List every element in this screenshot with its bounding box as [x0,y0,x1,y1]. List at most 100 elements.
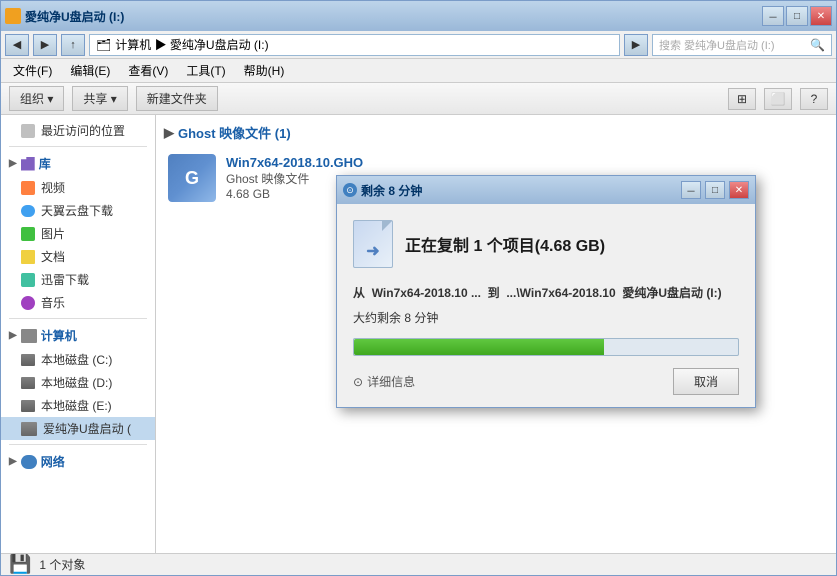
folder-icon-address: 🗂 [96,38,111,52]
network-icon [21,455,37,469]
dialog-main-text: ➜ 正在复制 1 个项目(4.68 GB) [353,220,739,268]
title-bar: 愛纯净U盘启动 (I:) － □ ✕ [1,1,836,31]
up-button[interactable]: ↑ [61,34,85,56]
sidebar-item-drive-d[interactable]: 本地磁盘 (D:) [1,371,155,394]
menu-help[interactable]: 帮助(H) [236,60,293,81]
sidebar-item-drive-c[interactable]: 本地磁盘 (C:) [1,348,155,371]
organize-button[interactable]: 组织 ▾ [9,86,64,111]
dialog-close-button[interactable]: ✕ [729,181,749,199]
library-section: ▶ 库 视频 天翼云盘下载 图片 文档 [1,151,155,319]
file-name: Win7x64-2018.10.GHO [226,155,824,170]
back-button[interactable]: ◀ [5,34,29,56]
search-text: 搜索 愛纯净U盘启动 (I:) [659,37,775,53]
sidebar-library-label: 库 [39,155,51,172]
dialog-time: 大约剩余 8 分钟 [353,309,739,326]
cloud-icon [21,205,35,217]
chevron-icon: ▶ [164,125,174,141]
computer-icon [21,329,37,343]
music-icon [21,296,35,310]
sidebar-item-docs[interactable]: 文档 [1,245,155,268]
cancel-button[interactable]: 取消 [673,368,739,395]
address-field[interactable]: 🗂 计算机 ▶ 愛纯净U盘启动 (I:) [89,34,620,56]
sidebar-item-downloads[interactable]: 迅雷下载 [1,268,155,291]
menu-view[interactable]: 查看(V) [120,60,176,81]
sidebar-item-video[interactable]: 视频 [1,176,155,199]
sidebar-separator [9,146,147,147]
to-dest: 愛纯净U盘启动 (I:) [622,286,721,300]
sidebar-docs-label: 文档 [41,248,65,265]
minimize-button[interactable]: － [762,6,784,26]
address-bar: ◀ ▶ ↑ 🗂 计算机 ▶ 愛纯净U盘启动 (I:) ▶ 搜索 愛纯净U盘启动 … [1,31,836,59]
sidebar-item-images[interactable]: 图片 [1,222,155,245]
library-icon [21,157,35,171]
copy-arrow: ➜ [366,241,379,261]
network-chevron: ▶ [9,456,17,467]
window-icon [5,8,21,24]
computer-section: ▶ 计算机 本地磁盘 (C:) 本地磁盘 (D:) 本地磁盘 (E:) [1,323,155,445]
forward-button[interactable]: ▶ [33,34,57,56]
view-icon-button[interactable]: ⊞ [728,88,756,110]
sidebar-drive-d-label: 本地磁盘 (D:) [41,374,112,391]
sidebar-computer-label: 计算机 [41,327,77,344]
group-header-text: Ghost 映像文件 (1) [178,123,291,142]
copy-icon: ➜ [353,220,393,268]
drive-e-icon [21,400,35,412]
dialog-title-bar: ⊙ 剩余 8 分钟 － □ ✕ [337,176,755,204]
drive-d-icon [21,377,35,389]
dialog-title: 剩余 8 分钟 [361,182,677,199]
detail-button[interactable]: ⊙ 详细信息 [353,373,415,390]
dialog-main-label: 正在复制 1 个项目(4.68 GB) [405,232,605,256]
dialog-icon: ⊙ [343,183,357,197]
sidebar-item-cloud[interactable]: 天翼云盘下载 [1,199,155,222]
menu-edit[interactable]: 编辑(E) [62,60,118,81]
sidebar-item-drive-e[interactable]: 本地磁盘 (E:) [1,394,155,417]
sidebar-video-label: 视频 [41,179,65,196]
dialog-maximize-button[interactable]: □ [705,181,725,199]
dialog-footer: ⊙ 详细信息 取消 [353,368,739,395]
sidebar-item-drive-i[interactable]: 爱纯净U盘启动 ( [1,417,155,440]
from-path: Win7x64-2018.10 ... [372,286,481,300]
explorer-window: 愛纯净U盘启动 (I:) － □ ✕ ◀ ▶ ↑ 🗂 计算机 ▶ 愛纯净U盘启动… [0,0,837,576]
address-path: 计算机 ▶ 愛纯净U盘启动 (I:) [115,36,268,53]
sidebar-item-recent[interactable]: 最近访问的位置 [1,119,155,142]
sidebar-drive-i-label: 爱纯净U盘启动 ( [43,420,131,437]
help-button[interactable]: ? [800,88,828,110]
library-chevron: ▶ [9,158,17,169]
pane-button[interactable]: ⬜ [764,88,792,110]
to-path: ...\Win7x64-2018.10 [506,286,615,300]
from-label: 从 [353,286,365,300]
share-button[interactable]: 共享 ▾ [72,86,127,111]
window-title: 愛纯净U盘启动 (I:) [25,8,758,25]
menu-file[interactable]: 文件(F) [5,60,60,81]
sidebar-item-music[interactable]: 音乐 [1,291,155,314]
sidebar-drive-e-label: 本地磁盘 (E:) [41,397,112,414]
go-button[interactable]: ▶ [624,34,648,56]
network-header[interactable]: ▶ 网络 [1,449,155,474]
maximize-button[interactable]: □ [786,6,808,26]
search-field[interactable]: 搜索 愛纯净U盘启动 (I:) 🔍 [652,34,832,56]
search-icon: 🔍 [810,38,825,52]
sidebar-sep3 [9,444,147,445]
menu-bar: 文件(F) 编辑(E) 查看(V) 工具(T) 帮助(H) [1,59,836,83]
menu-tools[interactable]: 工具(T) [178,60,233,81]
dialog-body: ➜ 正在复制 1 个项目(4.68 GB) 从 Win7x64-2018.10 … [337,204,755,407]
recent-section: 最近访问的位置 [1,119,155,147]
video-icon [21,181,35,195]
dialog-minimize-button[interactable]: － [681,181,701,199]
download-icon [21,273,35,287]
sidebar-music-label: 音乐 [41,294,65,311]
sidebar-downloads-label: 迅雷下载 [41,271,89,288]
new-folder-button[interactable]: 新建文件夹 [136,86,218,111]
progress-fill [354,339,604,355]
chevron-detail-icon: ⊙ [353,375,363,389]
computer-header[interactable]: ▶ 计算机 [1,323,155,348]
main-area: 最近访问的位置 ▶ 库 视频 天翼云盘下载 [1,115,836,553]
doc-icon [21,250,35,264]
window-controls: － □ ✕ [762,6,832,26]
sidebar-network-label: 网络 [41,453,65,470]
network-section: ▶ 网络 [1,449,155,474]
library-header[interactable]: ▶ 库 [1,151,155,176]
group-header: ▶ Ghost 映像文件 (1) [164,123,828,142]
to-label: 到 [488,286,500,300]
close-button[interactable]: ✕ [810,6,832,26]
